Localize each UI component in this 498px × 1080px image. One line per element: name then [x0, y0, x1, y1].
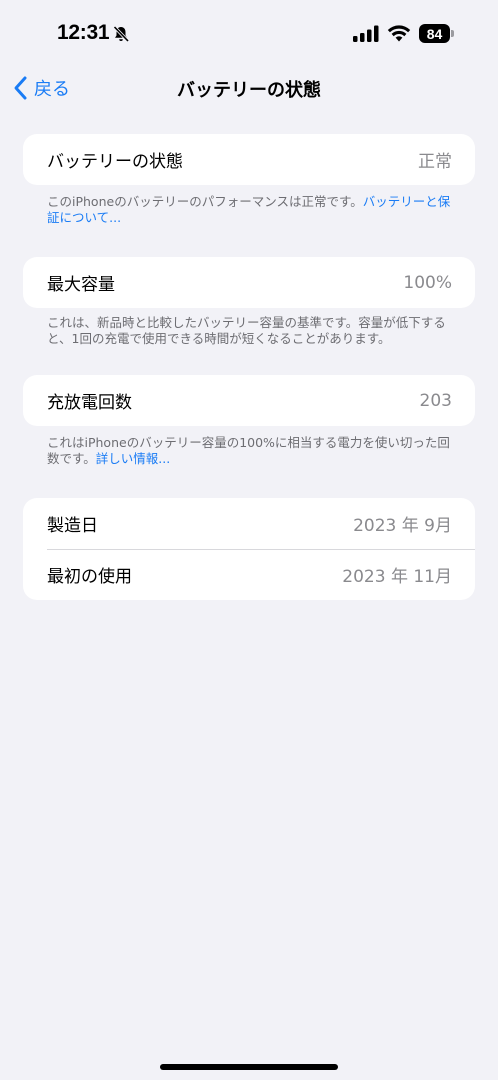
cycle-count-label: 充放電回数 [47, 393, 132, 413]
max-capacity-value: 100% [403, 272, 452, 293]
battery-health-row: バッテリーの状態 正常 [23, 134, 475, 185]
dates-group: 製造日 2023 年 9月 最初の使用 2023 年 11月 [23, 498, 475, 600]
manufacture-date-row: 製造日 2023 年 9月 [23, 498, 475, 549]
bell-slash-icon [113, 25, 130, 43]
wifi-icon [387, 25, 411, 42]
battery-health-group: バッテリーの状態 正常 [23, 134, 475, 185]
battery-icon: 84 [419, 24, 450, 43]
battery-health-footnote-text: このiPhoneのバッテリーのパフォーマンスは正常です。 [47, 194, 363, 209]
battery-level: 84 [426, 25, 443, 42]
cycle-count-row: 充放電回数 203 [23, 375, 475, 426]
home-indicator[interactable] [160, 1064, 338, 1070]
battery-health-footnote: このiPhoneのバッテリーのパフォーマンスは正常です。バッテリーと保証について… [47, 194, 457, 226]
cycle-count-group: 充放電回数 203 [23, 375, 475, 426]
battery-health-label: バッテリーの状態 [47, 152, 183, 172]
first-use-row: 最初の使用 2023 年 11月 [23, 549, 475, 600]
screen: 12:31 84 戻る バッテリーの状態 バッテリーの状態 正常 このiPhon… [0, 0, 498, 1080]
nav-bar: 戻る バッテリーの状態 [0, 68, 498, 108]
cellular-signal-icon [353, 25, 379, 42]
max-capacity-row: 最大容量 100% [23, 257, 475, 308]
manufacture-date-value: 2023 年 9月 [353, 516, 452, 536]
max-capacity-footnote: これは、新品時と比較したバッテリー容量の基準です。容量が低下すると、1回の充電で… [47, 315, 446, 346]
first-use-label: 最初の使用 [47, 567, 132, 587]
battery-health-value: 正常 [418, 152, 452, 172]
page-title: バッテリーの状態 [177, 80, 321, 101]
status-bar: 12:31 84 [0, 0, 498, 68]
first-use-value: 2023 年 11月 [342, 567, 452, 587]
status-time: 12:31 [57, 21, 110, 44]
manufacture-date-label: 製造日 [47, 516, 98, 536]
max-capacity-group: 最大容量 100% [23, 257, 475, 308]
learn-more-link[interactable]: 詳しい情報... [96, 451, 170, 466]
cycle-count-value: 203 [419, 390, 452, 411]
max-capacity-label: 最大容量 [47, 275, 115, 295]
battery-nub [451, 30, 454, 37]
cycle-count-footnote: これはiPhoneのバッテリー容量の100%に相当する電力を使い切った回数です。… [47, 435, 457, 467]
